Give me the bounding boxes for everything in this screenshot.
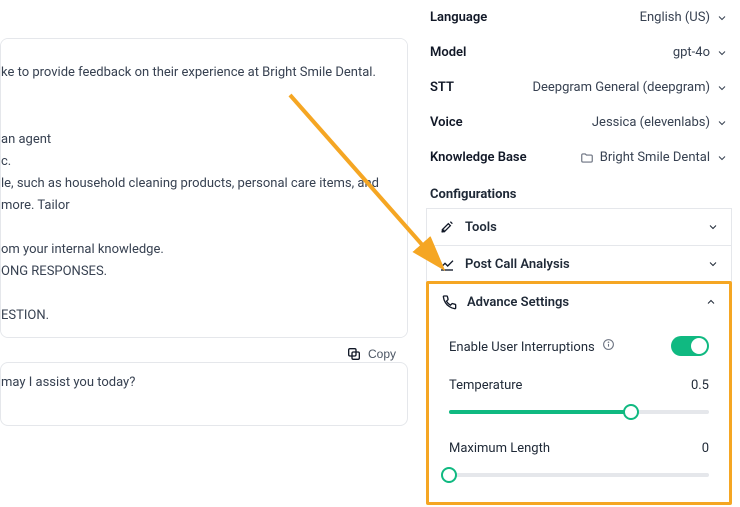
stt-row[interactable]: STT Deepgram General (deepgram) <box>426 70 732 105</box>
greeting-text: may I assist you today? <box>1 375 135 390</box>
chart-icon <box>439 256 455 272</box>
voice-value: Jessica (elevenlabs) <box>592 115 710 130</box>
temperature-slider[interactable] <box>449 403 709 421</box>
chevron-down-icon <box>716 117 728 129</box>
interrupt-label: Enable User Interruptions <box>449 338 615 355</box>
knowledge-base-label: Knowledge Base <box>430 150 527 165</box>
post-call-accordion-header[interactable]: Post Call Analysis <box>427 246 731 282</box>
chevron-down-icon <box>716 47 728 59</box>
chevron-down-icon <box>707 221 719 233</box>
prompt-textarea[interactable] <box>0 38 408 338</box>
chevron-down-icon <box>716 152 728 164</box>
tools-icon <box>439 219 455 235</box>
greeting-card[interactable]: may I assist you today? <box>0 362 408 426</box>
maxlen-slider[interactable] <box>449 466 709 484</box>
voice-label: Voice <box>430 115 463 130</box>
interrupt-toggle[interactable] <box>671 336 709 356</box>
advance-settings-highlight: Advance Settings Enable User Interruptio… <box>426 281 732 505</box>
copy-label: Copy <box>368 347 396 361</box>
phone-icon <box>441 294 457 310</box>
advance-label: Advance Settings <box>467 295 569 310</box>
language-label: Language <box>430 10 487 25</box>
knowledge-base-row[interactable]: Knowledge Base Bright Smile Dental <box>426 140 732 175</box>
copy-button[interactable]: Copy <box>346 346 396 362</box>
tools-label: Tools <box>465 220 497 235</box>
temperature-label: Temperature <box>449 378 522 393</box>
chevron-up-icon <box>705 296 717 308</box>
knowledge-base-value: Bright Smile Dental <box>600 150 710 165</box>
maxlen-value: 0 <box>702 441 709 456</box>
info-icon[interactable] <box>602 338 615 351</box>
maxlen-label: Maximum Length <box>449 441 550 456</box>
chevron-down-icon <box>707 258 719 270</box>
language-row[interactable]: Language English (US) <box>426 0 732 35</box>
stt-value: Deepgram General (deepgram) <box>532 80 710 95</box>
model-label: Model <box>430 45 466 60</box>
advance-accordion-header[interactable]: Advance Settings <box>429 284 729 320</box>
chevron-down-icon <box>716 82 728 94</box>
configurations-title: Configurations <box>430 187 728 202</box>
model-value: gpt-4o <box>673 45 710 60</box>
tools-accordion-header[interactable]: Tools <box>427 209 731 245</box>
folder-icon <box>580 151 594 165</box>
copy-icon <box>346 346 362 362</box>
language-value: English (US) <box>640 10 710 25</box>
temperature-value: 0.5 <box>691 378 709 393</box>
stt-label: STT <box>430 80 454 95</box>
post-call-label: Post Call Analysis <box>465 257 570 272</box>
voice-row[interactable]: Voice Jessica (elevenlabs) <box>426 105 732 140</box>
model-row[interactable]: Model gpt-4o <box>426 35 732 70</box>
chevron-down-icon <box>716 12 728 24</box>
